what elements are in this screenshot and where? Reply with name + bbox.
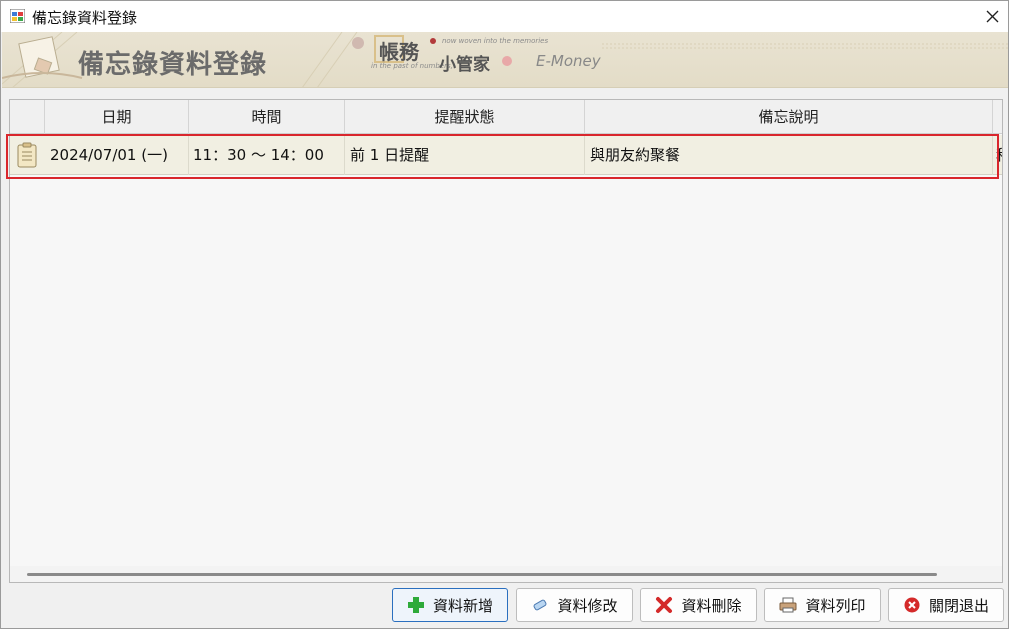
print-record-label: 資料列印	[805, 596, 866, 615]
close-circle-icon	[904, 597, 920, 613]
column-header-reminder[interactable]: 提醒狀態	[345, 100, 585, 134]
memo-window: 備忘錄資料登錄 備忘錄資料登錄 帳務 now woven into the me…	[0, 0, 1009, 629]
cell-reminder: 前 1 日提醒	[345, 135, 585, 175]
close-exit-button[interactable]: 關閉退出	[888, 588, 1004, 622]
plus-icon	[407, 597, 424, 613]
title-bar: 備忘錄資料登錄	[1, 1, 1008, 32]
cell-date: 2024/07/01 (一)	[45, 135, 189, 175]
brand-logo-text: 帳務	[379, 40, 419, 64]
column-header-note[interactable]: 備忘說明	[585, 100, 993, 134]
delete-x-icon	[656, 597, 673, 613]
add-record-label: 資料新增	[432, 596, 493, 615]
banner-title: 備忘錄資料登錄	[78, 50, 268, 80]
memo-grid[interactable]: 日期 時間 提醒狀態 備忘說明 2024/07/01 (一) 11：30 ～ 1…	[9, 99, 1003, 583]
brand-name: E-Money	[536, 52, 601, 70]
grid-header: 日期 時間 提醒狀態 備忘說明	[10, 100, 1002, 134]
window-close-button[interactable]	[978, 1, 1008, 32]
edit-record-button[interactable]: 資料修改	[516, 588, 633, 622]
add-record-button[interactable]: 資料新增	[392, 588, 508, 622]
column-header-time[interactable]: 時間	[189, 100, 345, 134]
column-header-date[interactable]: 日期	[45, 100, 189, 134]
cell-time: 11：30 ～ 14：00	[189, 135, 345, 175]
banner-dot	[430, 38, 436, 44]
delete-record-label: 資料刪除	[681, 596, 742, 615]
row-icon-column-header	[10, 100, 45, 134]
table-row[interactable]: 2024/07/01 (一) 11：30 ～ 14：00 前 1 日提醒 與朋友…	[10, 135, 1002, 175]
banner-tagline: now woven into the memories	[442, 37, 549, 45]
header-banner: 備忘錄資料登錄 帳務 now woven into the memories i…	[2, 32, 1008, 88]
delete-record-button[interactable]: 資料刪除	[640, 588, 757, 622]
app-icon	[10, 9, 25, 23]
print-record-button[interactable]: 資料列印	[764, 588, 881, 622]
banner-dot	[352, 37, 364, 49]
cell-note: 與朋友約聚餐	[585, 135, 993, 175]
edit-record-label: 資料修改	[557, 596, 618, 615]
scrollbar-thumb[interactable]	[27, 573, 937, 576]
window-title: 備忘錄資料登錄	[32, 9, 138, 27]
printer-icon	[779, 597, 797, 613]
close-exit-label: 關閉退出	[928, 596, 989, 615]
banner-heart	[502, 56, 512, 66]
clipboard-icon	[17, 142, 37, 168]
horizontal-scrollbar[interactable]	[10, 566, 1002, 582]
cell-overflow: 秮	[993, 135, 1002, 175]
close-icon	[986, 10, 999, 23]
eraser-icon	[534, 599, 547, 611]
brand-subtitle: 小管家	[439, 55, 490, 75]
